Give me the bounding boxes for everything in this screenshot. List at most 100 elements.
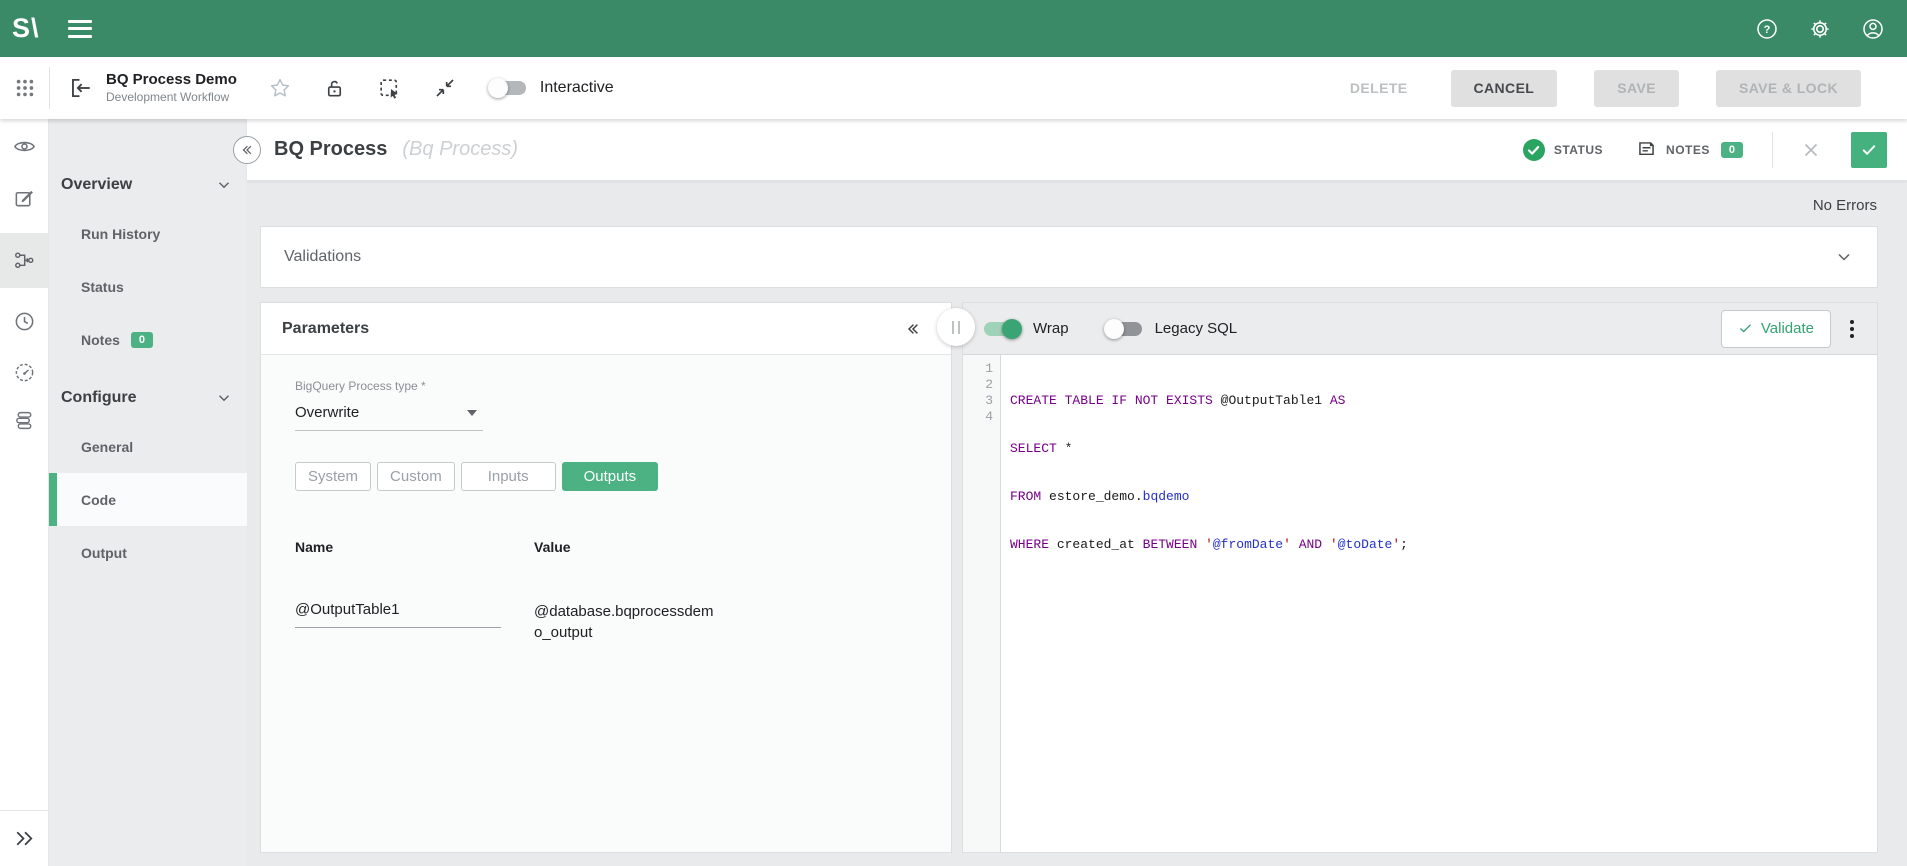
notes-chip[interactable]: NOTES 0 <box>1636 139 1743 160</box>
notes-icon <box>1636 139 1657 160</box>
nav-item-label: General <box>81 439 133 455</box>
nav-item-label: Code <box>81 492 116 508</box>
save-and-lock-button[interactable]: SAVE & LOCK <box>1716 70 1861 107</box>
save-button[interactable]: SAVE <box>1594 70 1679 107</box>
delete-button[interactable]: DELETE <box>1344 80 1414 96</box>
page-title: BQ Process <box>274 138 387 161</box>
editor-menu-kebab-icon[interactable] <box>1846 316 1858 342</box>
line-number: 4 <box>963 409 993 425</box>
nav-item-general[interactable]: General <box>49 420 247 473</box>
line-number: 2 <box>963 377 993 393</box>
parameters-body: BigQuery Process type * Overwrite System… <box>261 355 951 852</box>
validate-label: Validate <box>1761 320 1814 337</box>
tab-system[interactable]: System <box>295 462 371 491</box>
wrap-toggle[interactable] <box>984 322 1020 336</box>
interactive-label: Interactive <box>540 79 614 97</box>
code-line: SELECT * <box>1010 441 1408 457</box>
parameter-name-input[interactable]: @OutputTable1 <box>295 601 501 628</box>
apps-grid-icon[interactable] <box>0 77 49 99</box>
code-editor[interactable]: 1 2 3 4 CREATE TABLE IF NOT EXISTS @Outp… <box>963 355 1877 852</box>
editor-toolbar: Wrap Legacy SQL Validate <box>963 303 1877 355</box>
wrap-label: Wrap <box>1033 320 1069 337</box>
parameter-value-text: @database.bqprocessdemo_output <box>534 601 720 643</box>
sql-editor-panel: Wrap Legacy SQL Validate 1 2 3 4 <box>962 302 1878 853</box>
line-number: 3 <box>963 393 993 409</box>
validate-button[interactable]: Validate <box>1721 310 1831 348</box>
column-header-name: Name <box>295 539 534 555</box>
nav-section-configure[interactable]: Configure <box>49 376 247 420</box>
nav-section-label: Overview <box>61 176 132 194</box>
page-subtitle: (Bq Process) <box>402 138 518 161</box>
hamburger-menu-icon[interactable] <box>68 20 92 38</box>
nav-item-run-history[interactable]: Run History <box>49 207 247 260</box>
code-content[interactable]: CREATE TABLE IF NOT EXISTS @OutputTable1… <box>1001 355 1408 852</box>
line-number: 1 <box>963 361 993 377</box>
page-header: BQ Process (Bq Process) STATUS NOTES 0 <box>247 119 1907 181</box>
close-icon[interactable] <box>1800 139 1822 161</box>
notes-count-badge: 0 <box>1721 142 1743 158</box>
compose-icon[interactable] <box>13 187 36 210</box>
pipeline-icon-selected[interactable] <box>0 233 48 288</box>
history-clock-icon[interactable] <box>13 310 36 333</box>
nav-section-overview[interactable]: Overview <box>49 163 247 207</box>
parameters-panel: Parameters BigQuery Process type * Overw… <box>260 302 952 853</box>
validations-panel[interactable]: Validations <box>260 226 1878 288</box>
collapse-back-button[interactable] <box>233 136 261 164</box>
process-type-label: BigQuery Process type * <box>295 379 930 393</box>
settings-gear-icon[interactable] <box>1808 17 1832 41</box>
star-favorite-icon[interactable] <box>268 76 292 100</box>
content-area: BQ Process (Bq Process) STATUS NOTES 0 <box>247 119 1907 866</box>
notes-label: NOTES <box>1666 143 1710 157</box>
process-type-select[interactable]: Overwrite <box>295 393 483 431</box>
interactive-toggle[interactable] <box>490 81 526 95</box>
expand-rail-icon[interactable] <box>0 810 48 866</box>
status-check-icon <box>1523 139 1545 161</box>
chevron-down-icon <box>215 176 233 194</box>
legacy-sql-toggle[interactable] <box>1106 322 1142 336</box>
tab-inputs[interactable]: Inputs <box>461 462 556 491</box>
parameters-title: Parameters <box>282 320 369 338</box>
panel-resize-handle[interactable] <box>937 308 975 346</box>
visibility-icon[interactable] <box>13 135 36 158</box>
chevron-down-icon <box>215 389 233 407</box>
error-status-text: No Errors <box>247 181 1907 214</box>
confirm-check-button[interactable] <box>1851 132 1887 168</box>
config-nav: Overview Run History Status Notes 0 Conf… <box>49 119 247 866</box>
marquee-select-icon[interactable] <box>377 76 402 101</box>
chevron-down-icon[interactable] <box>1834 247 1854 267</box>
tab-outputs[interactable]: Outputs <box>562 462 659 491</box>
icon-rail <box>0 119 49 866</box>
cancel-button[interactable]: CANCEL <box>1451 70 1558 107</box>
parameter-row: @OutputTable1 @database.bqprocessdemo_ou… <box>295 601 930 643</box>
status-chip[interactable]: STATUS <box>1523 139 1603 161</box>
column-header-value: Value <box>534 539 571 555</box>
notes-count-badge: 0 <box>131 332 153 348</box>
exit-process-icon[interactable] <box>67 75 93 101</box>
nav-item-label: Notes <box>81 332 120 348</box>
nav-item-status[interactable]: Status <box>49 260 247 313</box>
stack-icon[interactable] <box>13 409 36 432</box>
tab-custom[interactable]: Custom <box>377 462 455 491</box>
lock-open-icon[interactable] <box>323 77 346 100</box>
help-icon[interactable]: ? <box>1755 17 1779 41</box>
nav-item-output[interactable]: Output <box>49 526 247 579</box>
header-divider <box>1772 132 1773 168</box>
nav-item-notes[interactable]: Notes 0 <box>49 313 247 366</box>
app-logo: S\ <box>12 13 56 44</box>
process-toolbar: BQ Process Demo Development Workflow Int… <box>0 57 1907 119</box>
status-label: STATUS <box>1554 143 1603 157</box>
validations-title: Validations <box>284 248 361 266</box>
svg-text:?: ? <box>1764 24 1771 36</box>
gauge-icon[interactable] <box>13 361 36 384</box>
collapse-panel-icon[interactable] <box>905 321 921 337</box>
process-subtitle: Development Workflow <box>106 90 237 105</box>
collapse-content-icon[interactable] <box>433 76 457 100</box>
parameters-header: Parameters <box>261 303 951 355</box>
select-caret-icon <box>467 410 477 416</box>
nav-item-code[interactable]: Code <box>49 473 247 526</box>
account-icon[interactable] <box>1861 17 1885 41</box>
code-line: WHERE created_at BETWEEN '@fromDate' AND… <box>1010 537 1408 553</box>
legacy-sql-label: Legacy SQL <box>1155 320 1238 337</box>
nav-item-label: Status <box>81 279 124 295</box>
parameter-tabs: System Custom Inputs Outputs <box>295 462 930 491</box>
